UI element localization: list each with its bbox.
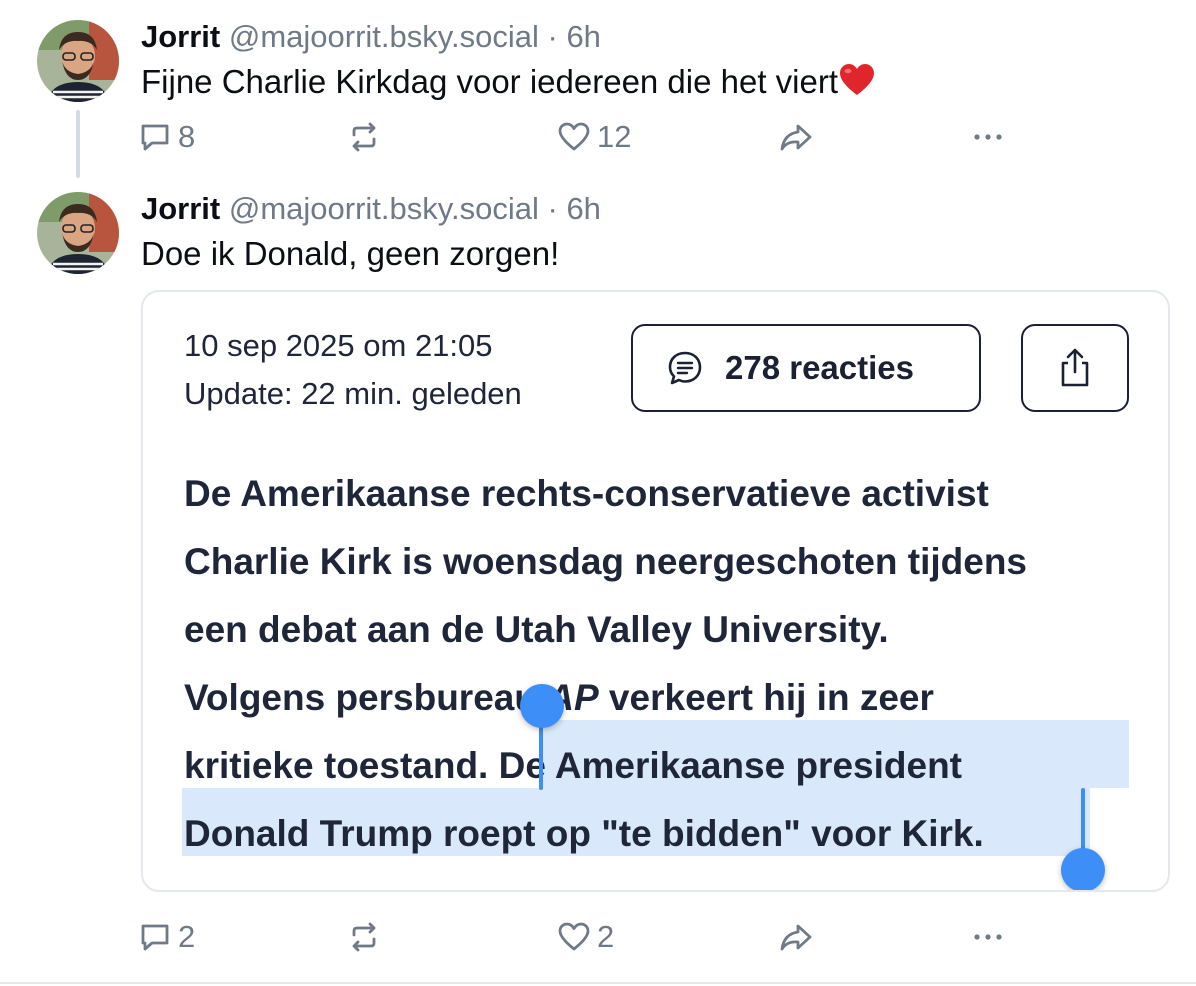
- heart-outline-icon: [558, 922, 590, 951]
- embedded-image-screenshot[interactable]: 10 sep 2025 om 21:05 Update: 22 min. gel…: [141, 290, 1170, 892]
- like-count: 2: [597, 919, 615, 954]
- post-text: Doe ik Donald, geen zorgen!: [141, 235, 560, 272]
- author-handle[interactable]: @majoorrit.bsky.social: [229, 191, 539, 226]
- separator-dot: ·: [547, 191, 558, 226]
- repost-icon: [352, 122, 376, 152]
- like-button[interactable]: 2: [557, 917, 614, 957]
- article-line: kritieke toestand. De Amerikaanse presid…: [184, 732, 1144, 800]
- avatar-photo: [37, 20, 119, 102]
- share-upload-icon: [1061, 348, 1089, 387]
- article-text: verkeert hij in zeer: [598, 677, 934, 718]
- article-date: 10 sep 2025 om 21:05: [184, 328, 493, 363]
- author-avatar[interactable]: [37, 20, 119, 102]
- post[interactable]: Jorrit @majoorrit.bsky.social · 6h Doe i…: [0, 180, 1196, 986]
- reply-button[interactable]: 8: [138, 117, 195, 157]
- share-button[interactable]: [778, 117, 814, 157]
- article-text: Volgens persbureau: [184, 677, 548, 718]
- article-body: De Amerikaanse rechts-conservatieve acti…: [184, 460, 1144, 868]
- repost-icon: [352, 922, 376, 952]
- more-options-button[interactable]: [970, 917, 1006, 957]
- heart-outline-icon: [558, 122, 590, 151]
- reply-bubble-icon: [141, 924, 169, 951]
- ellipsis-icon: [974, 934, 1002, 940]
- comment-bubble-icon: [668, 351, 702, 385]
- reply-bubble-icon: [141, 124, 169, 151]
- article-line: een debat aan de Utah Valley University.: [184, 609, 889, 650]
- post[interactable]: Jorrit @majoorrit.bsky.social · 6h Fijne…: [0, 0, 1196, 180]
- article-update-time: Update: 22 min. geleden: [184, 376, 522, 411]
- like-count: 12: [597, 119, 632, 154]
- reply-button[interactable]: 2: [138, 917, 195, 957]
- reactions-label: 278 reacties: [725, 349, 914, 386]
- article-line: Charlie Kirk is woensdag neergeschoten t…: [184, 541, 1028, 582]
- post-actions: 8 12: [0, 117, 1196, 157]
- post-header: Jorrit @majoorrit.bsky.social · 6h: [141, 191, 601, 227]
- separator-dot: ·: [547, 19, 558, 54]
- author-avatar[interactable]: [37, 192, 119, 274]
- post-text-content: Fijne Charlie Kirkdag voor iedereen die …: [141, 63, 839, 100]
- selection-end-knob: [1061, 848, 1105, 890]
- article-share-button: [1021, 324, 1129, 412]
- red-heart-icon: [839, 63, 875, 106]
- article-text: kritieke toestand.: [184, 745, 499, 786]
- selection-start-knob: [520, 684, 564, 728]
- ellipsis-icon: [974, 134, 1002, 140]
- more-options-button[interactable]: [970, 117, 1006, 157]
- post-timestamp[interactable]: 6h: [566, 191, 600, 226]
- reactions-button: 278 reacties: [631, 324, 981, 412]
- article-line: De Amerikaanse rechts-conservatieve acti…: [184, 473, 989, 514]
- share-arrow-icon: [780, 924, 812, 951]
- article-text-selected: De Amerikaanse president: [498, 745, 962, 786]
- avatar-photo: [37, 192, 119, 274]
- reply-count: 8: [178, 119, 196, 154]
- share-button[interactable]: [778, 917, 814, 957]
- share-arrow-icon: [780, 124, 812, 151]
- article-line-selected: Donald Trump roept op "te bidden" voor K…: [184, 813, 984, 854]
- repost-button[interactable]: [347, 917, 387, 957]
- post-actions: 2 2: [0, 917, 1196, 957]
- article-meta: 10 sep 2025 om 21:05 Update: 22 min. gel…: [184, 322, 522, 418]
- author-name[interactable]: Jorrit: [141, 191, 220, 226]
- reply-count: 2: [178, 919, 196, 954]
- feed-divider: [0, 982, 1196, 984]
- article-line: Volgens persbureau AP verkeert hij in ze…: [184, 664, 1144, 732]
- repost-button[interactable]: [347, 117, 387, 157]
- like-button[interactable]: 12: [557, 117, 631, 157]
- post-timestamp[interactable]: 6h: [566, 19, 600, 54]
- post-header: Jorrit @majoorrit.bsky.social · 6h: [141, 19, 601, 55]
- post-text: Fijne Charlie Kirkdag voor iedereen die …: [141, 62, 875, 106]
- author-name[interactable]: Jorrit: [141, 19, 220, 54]
- author-handle[interactable]: @majoorrit.bsky.social: [229, 19, 539, 54]
